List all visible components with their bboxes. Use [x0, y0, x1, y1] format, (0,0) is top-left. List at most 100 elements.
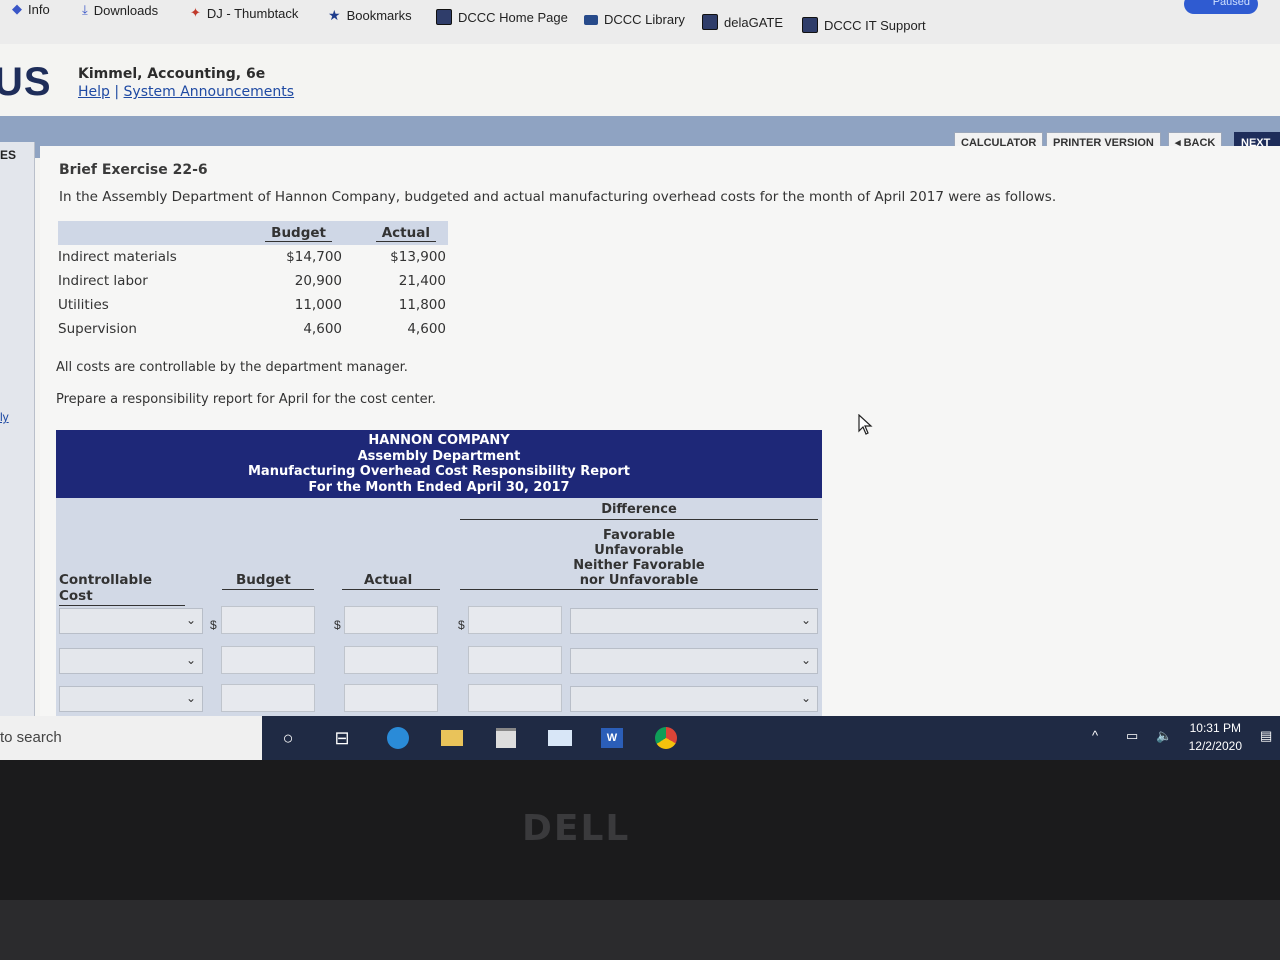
- chevron-down-icon: ⌄: [800, 613, 811, 627]
- actual-input[interactable]: [344, 606, 438, 634]
- file-explorer-icon[interactable]: [440, 726, 464, 750]
- favorable-select[interactable]: ⌄: [570, 648, 818, 674]
- dccc-icon: [436, 9, 452, 25]
- header-links: Help | System Announcements: [78, 84, 294, 100]
- controllable-cost-select[interactable]: ⌄: [59, 648, 203, 674]
- bookmark-thumbtack[interactable]: ✦ DJ - Thumbtack: [190, 5, 298, 21]
- mail-icon[interactable]: [548, 726, 572, 750]
- exercise-title: Brief Exercise 22-6: [59, 162, 208, 178]
- volume-icon[interactable]: 🔈: [1156, 728, 1172, 744]
- bookmark-dccc-it[interactable]: DCCC IT Support: [802, 17, 926, 33]
- star-icon: ★: [328, 7, 341, 23]
- cortana-icon[interactable]: ○: [276, 726, 300, 750]
- currency-symbol: $: [210, 618, 217, 632]
- notifications-icon[interactable]: ▤: [1260, 728, 1272, 744]
- download-icon: ⤓: [82, 2, 88, 17]
- actual-input[interactable]: [344, 646, 438, 674]
- edge-icon[interactable]: [386, 726, 410, 750]
- budget-header: Budget: [222, 572, 314, 590]
- bookmark-dccc-home[interactable]: DCCC Home Page: [436, 9, 568, 25]
- cloud-icon: [584, 14, 598, 25]
- fav-line: Neither Favorable: [573, 558, 705, 573]
- bookmark-label: Info: [28, 1, 50, 17]
- chrome-icon[interactable]: [654, 726, 678, 750]
- controllable-cost-select[interactable]: ⌄: [59, 686, 203, 712]
- report-company: HANNON COMPANY: [368, 433, 510, 448]
- bookmark-label: Bookmarks: [346, 8, 412, 23]
- screen: ◆ Info ⤓ Downloads ✦ DJ - Thumbtack ★ Bo…: [0, 0, 1280, 760]
- budget-input[interactable]: [221, 646, 315, 674]
- row-label: Supervision: [58, 321, 137, 337]
- instruction-text: Prepare a responsibility report for Apri…: [56, 392, 436, 407]
- exercise-intro: In the Assembly Department of Hannon Com…: [59, 189, 1057, 205]
- row-actual: 4,600: [407, 321, 446, 337]
- chevron-down-icon: ⌄: [185, 613, 196, 627]
- help-link[interactable]: Help: [78, 84, 110, 100]
- bookmark-label: DCCC IT Support: [824, 17, 926, 33]
- left-nav: ES ly: [0, 142, 35, 722]
- bookmark-label: DJ - Thumbtack: [206, 5, 299, 21]
- bookmark-label: delaGATE: [724, 14, 784, 30]
- report-name: Manufacturing Overhead Cost Responsibili…: [248, 464, 630, 479]
- word-icon[interactable]: W: [600, 726, 624, 750]
- site-header: US Kimmel, Accounting, 6e Help | System …: [0, 44, 1280, 116]
- header-blank: [58, 221, 238, 245]
- chevron-down-icon: ⌄: [800, 691, 811, 705]
- task-view-icon[interactable]: ⊟: [330, 726, 354, 750]
- store-icon[interactable]: [494, 726, 518, 750]
- row-budget: 20,900: [294, 273, 342, 289]
- actual-input[interactable]: [344, 684, 438, 712]
- table-row: Utilities 11,000 11,800: [58, 293, 448, 317]
- budget-input[interactable]: [221, 684, 315, 712]
- row-actual: 11,800: [398, 297, 446, 313]
- bookmark-delagate[interactable]: delaGATE: [702, 14, 783, 30]
- row-label: Indirect labor: [58, 273, 148, 289]
- currency-symbol: $: [334, 618, 341, 632]
- controllable-cost-header: Controllable Cost: [59, 572, 185, 606]
- exercise-content: Brief Exercise 22-6 In the Assembly Depa…: [40, 146, 1280, 730]
- clock-date: 12/2/2020: [1188, 739, 1242, 753]
- bookmark-downloads[interactable]: ⤓ Downloads: [82, 2, 158, 18]
- bookmarks-bar: ◆ Info ⤓ Downloads ✦ DJ - Thumbtack ★ Bo…: [0, 0, 1280, 44]
- budget-input[interactable]: [221, 606, 315, 634]
- difference-input[interactable]: [468, 684, 562, 712]
- keyboard-area: [0, 900, 1280, 960]
- table-row: Supervision 4,600 4,600: [58, 317, 448, 341]
- budget-actual-table: Budget Actual Indirect materials $14,700…: [58, 221, 448, 341]
- row-label: Utilities: [58, 297, 109, 313]
- favorable-select[interactable]: ⌄: [570, 608, 818, 634]
- difference-input[interactable]: [468, 606, 562, 634]
- leftnav-link[interactable]: ly: [0, 410, 9, 424]
- dccc-icon: [702, 14, 718, 30]
- controllable-note: All costs are controllable by the depart…: [56, 360, 408, 375]
- row-actual: $13,900: [390, 249, 446, 265]
- bookmark-label: DCCC Home Page: [458, 9, 568, 25]
- favorable-select[interactable]: ⌄: [570, 686, 818, 712]
- battery-icon[interactable]: ▭: [1126, 728, 1138, 744]
- bookmark-bookmarks[interactable]: ★ Bookmarks: [328, 7, 412, 24]
- system-announcements-link[interactable]: System Announcements: [124, 84, 295, 100]
- fav-line: nor Unfavorable: [579, 573, 699, 588]
- fav-line: Unfavorable: [594, 543, 684, 558]
- paused-badge[interactable]: Paused: [1184, 0, 1258, 14]
- difference-input[interactable]: [468, 646, 562, 674]
- bookmark-dccc-library[interactable]: DCCC Library: [584, 12, 685, 27]
- table-row: Indirect materials $14,700 $13,900: [58, 245, 448, 269]
- header-actual: Actual: [342, 221, 448, 245]
- row-label: Indirect materials: [58, 249, 177, 265]
- site-logo: US: [0, 60, 52, 104]
- bookmark-info[interactable]: ◆ Info: [12, 1, 50, 17]
- show-hidden-icons-icon[interactable]: ^: [1092, 728, 1098, 743]
- monitor-brand-logo: DELL: [522, 808, 631, 849]
- controllable-cost-select[interactable]: ⌄: [59, 608, 203, 634]
- row-budget: $14,700: [286, 249, 342, 265]
- dccc-icon: [802, 17, 818, 33]
- taskbar-search[interactable]: to search: [0, 716, 262, 760]
- report-department: Assembly Department: [357, 448, 521, 464]
- leftnav-label: ES: [0, 148, 17, 162]
- taskbar-clock[interactable]: 10:31 PM 12/2/2020: [1189, 719, 1242, 755]
- bookmark-label: Downloads: [93, 2, 159, 18]
- clock-time: 10:31 PM: [1189, 721, 1241, 735]
- windows-taskbar: to search ○ ⊟ W ^ ▭ 🔈 10:31 PM 12/2/2020…: [0, 716, 1280, 760]
- header-budget: Budget: [238, 221, 342, 245]
